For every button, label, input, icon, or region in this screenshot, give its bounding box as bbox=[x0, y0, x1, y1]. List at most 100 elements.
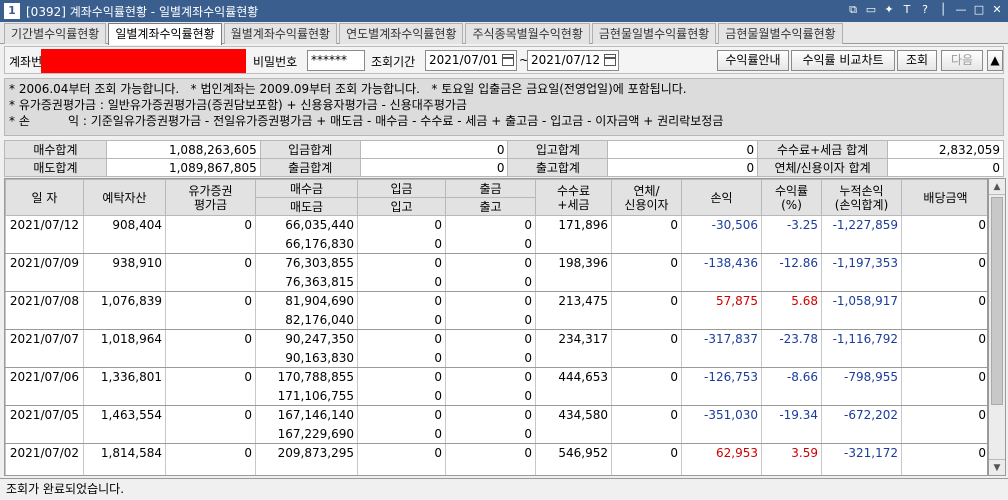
header-sell: 매도금 bbox=[255, 197, 358, 216]
compare-chart-button[interactable]: 수익률 비교차트 bbox=[791, 50, 895, 71]
scroll-thumb[interactable] bbox=[991, 197, 1003, 405]
rate-cell: -3.25 bbox=[761, 215, 822, 254]
fee-tax-value: 2,832,059 bbox=[887, 140, 1004, 159]
deposit-in-cell: 0 bbox=[357, 215, 446, 235]
interest-cell: 0 bbox=[611, 405, 682, 444]
table-row[interactable]: 2021/07/05 1,463,554 0 167,146,140 0 0 434,580… bbox=[5, 405, 987, 444]
buy-cell: 76,303,855 bbox=[255, 253, 358, 273]
securities-cell: 0 bbox=[165, 291, 256, 330]
link-icon[interactable]: ⧉ bbox=[846, 3, 860, 17]
deposit-total-value: 0 bbox=[359, 140, 509, 159]
securities-cell: 0 bbox=[165, 405, 256, 444]
date-to-field[interactable]: 2021/07/12 bbox=[527, 50, 619, 71]
date-cell: 2021/07/05 bbox=[5, 405, 84, 444]
tool-icon[interactable]: T bbox=[900, 3, 914, 17]
dividend-cell: 0 bbox=[901, 291, 987, 330]
date-cell: 2021/07/06 bbox=[5, 367, 84, 406]
pnl-cell: -126,753 bbox=[681, 367, 762, 406]
table-row[interactable]: 2021/07/08 1,076,839 0 81,904,690 0 0 213,475 0… bbox=[5, 291, 987, 330]
stock-out-cell: 0 bbox=[445, 386, 536, 406]
date-cell: 2021/07/09 bbox=[5, 253, 84, 292]
withdraw-cell: 0 bbox=[445, 405, 536, 425]
deposit-in-cell: 0 bbox=[357, 405, 446, 425]
calendar-icon[interactable] bbox=[604, 54, 616, 66]
table-row[interactable]: 2021/07/06 1,336,801 0 170,788,855 0 0 444,653… bbox=[5, 367, 987, 406]
collapse-button[interactable]: ▲ bbox=[987, 50, 1003, 71]
return-guide-button[interactable]: 수익률안내 bbox=[717, 50, 789, 71]
sell-cell: 76,363,815 bbox=[255, 272, 358, 292]
date-from-field[interactable]: 2021/07/01 bbox=[425, 50, 517, 71]
vertical-scrollbar[interactable]: ▲ ▼ bbox=[988, 178, 1006, 476]
dividend-cell: 0 bbox=[901, 253, 987, 292]
header-cum-pnl: 누적손익 (손익합계) bbox=[821, 179, 902, 216]
table-row[interactable]: 2021/07/02 1,814,584 0 209,873,295 0 0 546,952… bbox=[5, 443, 987, 475]
scroll-up-icon[interactable]: ▲ bbox=[989, 179, 1005, 195]
daily-return-grid[interactable]: 일 자 예탁자산 유가증권 평가금 매수금 입금 출금 수수료 +세금 연체/ … bbox=[4, 178, 988, 476]
stock-out-cell: 0 bbox=[445, 424, 536, 444]
scroll-down-icon[interactable]: ▼ bbox=[989, 459, 1005, 475]
header-date: 일 자 bbox=[5, 179, 84, 216]
stockout-total-label: 출고합계 bbox=[507, 158, 609, 177]
stock-in-cell: 0 bbox=[357, 272, 446, 292]
tab-stock-monthly[interactable]: 주식종목별월수익현황 bbox=[465, 23, 590, 44]
cum-pnl-cell: -321,172 bbox=[821, 443, 902, 475]
tab-gold-daily[interactable]: 금현물일별수익률현황 bbox=[591, 23, 717, 44]
dividend-cell: 0 bbox=[901, 405, 987, 444]
fee-cell: 213,475 bbox=[535, 291, 612, 330]
next-button[interactable]: 다음 bbox=[941, 50, 983, 71]
buy-cell: 66,035,440 bbox=[255, 215, 358, 235]
stock-in-cell: 0 bbox=[357, 348, 446, 368]
maximize-icon[interactable]: □ bbox=[972, 3, 986, 17]
pin-icon[interactable]: ✦ bbox=[882, 3, 896, 17]
date-cell: 2021/07/07 bbox=[5, 329, 84, 368]
buy-cell: 167,146,140 bbox=[255, 405, 358, 425]
sell-cell: 90,163,830 bbox=[255, 348, 358, 368]
stock-out-cell: 0 bbox=[445, 272, 536, 292]
query-toolbar: 계좌번 비밀번호 ****** 조회기간 2021/07/01 ~ 2021/0… bbox=[4, 46, 1004, 74]
tab-yearly-return[interactable]: 연도별계좌수익률현황 bbox=[339, 23, 464, 44]
table-row[interactable]: 2021/07/07 1,018,964 0 90,247,350 0 0 234,317 0… bbox=[5, 329, 987, 368]
header-stock-in: 입고 bbox=[357, 197, 446, 216]
dividend-cell: 0 bbox=[901, 329, 987, 368]
minimize-icon[interactable]: — bbox=[954, 3, 968, 17]
query-button[interactable]: 조회 bbox=[897, 50, 937, 71]
password-field[interactable]: ****** bbox=[307, 50, 365, 71]
date-cell: 2021/07/08 bbox=[5, 291, 84, 330]
deposit-assets-cell: 908,404 bbox=[83, 215, 166, 254]
restore-icon[interactable]: ▭ bbox=[864, 3, 878, 17]
securities-cell: 0 bbox=[165, 329, 256, 368]
pnl-cell: -30,506 bbox=[681, 215, 762, 254]
withdraw-cell: 0 bbox=[445, 367, 536, 387]
cum-pnl-cell: -1,197,353 bbox=[821, 253, 902, 292]
sell-cell: 167,229,690 bbox=[255, 424, 358, 444]
date-cell: 2021/07/12 bbox=[5, 215, 84, 254]
header-deposit-in: 입금 bbox=[357, 179, 446, 198]
note-line: * 2006.04부터 조회 가능합니다. * 법인계좌는 2009.09부터 … bbox=[9, 82, 687, 96]
tab-gold-monthly[interactable]: 금현물월별수익률현황 bbox=[718, 23, 843, 44]
account-label: 계좌번 bbox=[9, 55, 43, 69]
close-icon[interactable]: ✕ bbox=[990, 3, 1004, 17]
pnl-cell: -138,436 bbox=[681, 253, 762, 292]
grid-body: 2021/07/12 908,404 0 66,035,440 0 0 171,896 0 -3… bbox=[5, 215, 987, 475]
calendar-icon[interactable] bbox=[502, 54, 514, 66]
grid-table: 일 자 예탁자산 유가증권 평가금 매수금 입금 출금 수수료 +세금 연체/ … bbox=[5, 179, 987, 475]
buy-cell: 81,904,690 bbox=[255, 291, 358, 311]
stock-in-cell: 0 bbox=[357, 386, 446, 406]
deposit-in-cell: 0 bbox=[357, 329, 446, 349]
rate-cell: -23.78 bbox=[761, 329, 822, 368]
tab-daily-return[interactable]: 일별계좌수익률현황 bbox=[108, 23, 222, 45]
table-row[interactable]: 2021/07/09 938,910 0 76,303,855 0 0 198,396 0 -1… bbox=[5, 253, 987, 292]
window-number: 1 bbox=[4, 3, 20, 19]
tab-monthly-return[interactable]: 월별계좌수익률현황 bbox=[223, 23, 338, 44]
interest-cell: 0 bbox=[611, 443, 682, 475]
buy-total-label: 매수합계 bbox=[4, 140, 107, 159]
cum-pnl-cell: -1,058,917 bbox=[821, 291, 902, 330]
status-bar: 조회가 완료되었습니다. bbox=[0, 478, 1008, 500]
deposit-assets-cell: 1,463,554 bbox=[83, 405, 166, 444]
help-icon[interactable]: ? bbox=[918, 3, 932, 17]
stock-in-cell bbox=[357, 462, 446, 475]
tab-period-return[interactable]: 기간별수익률현황 bbox=[4, 23, 107, 44]
note-line: * 유가증권평가금 : 일반유가증권평가금(증권담보포함) + 신용융자평가금 … bbox=[9, 98, 467, 112]
table-row[interactable]: 2021/07/12 908,404 0 66,035,440 0 0 171,896 0 -3… bbox=[5, 215, 987, 254]
account-field-redacted[interactable] bbox=[41, 49, 246, 73]
